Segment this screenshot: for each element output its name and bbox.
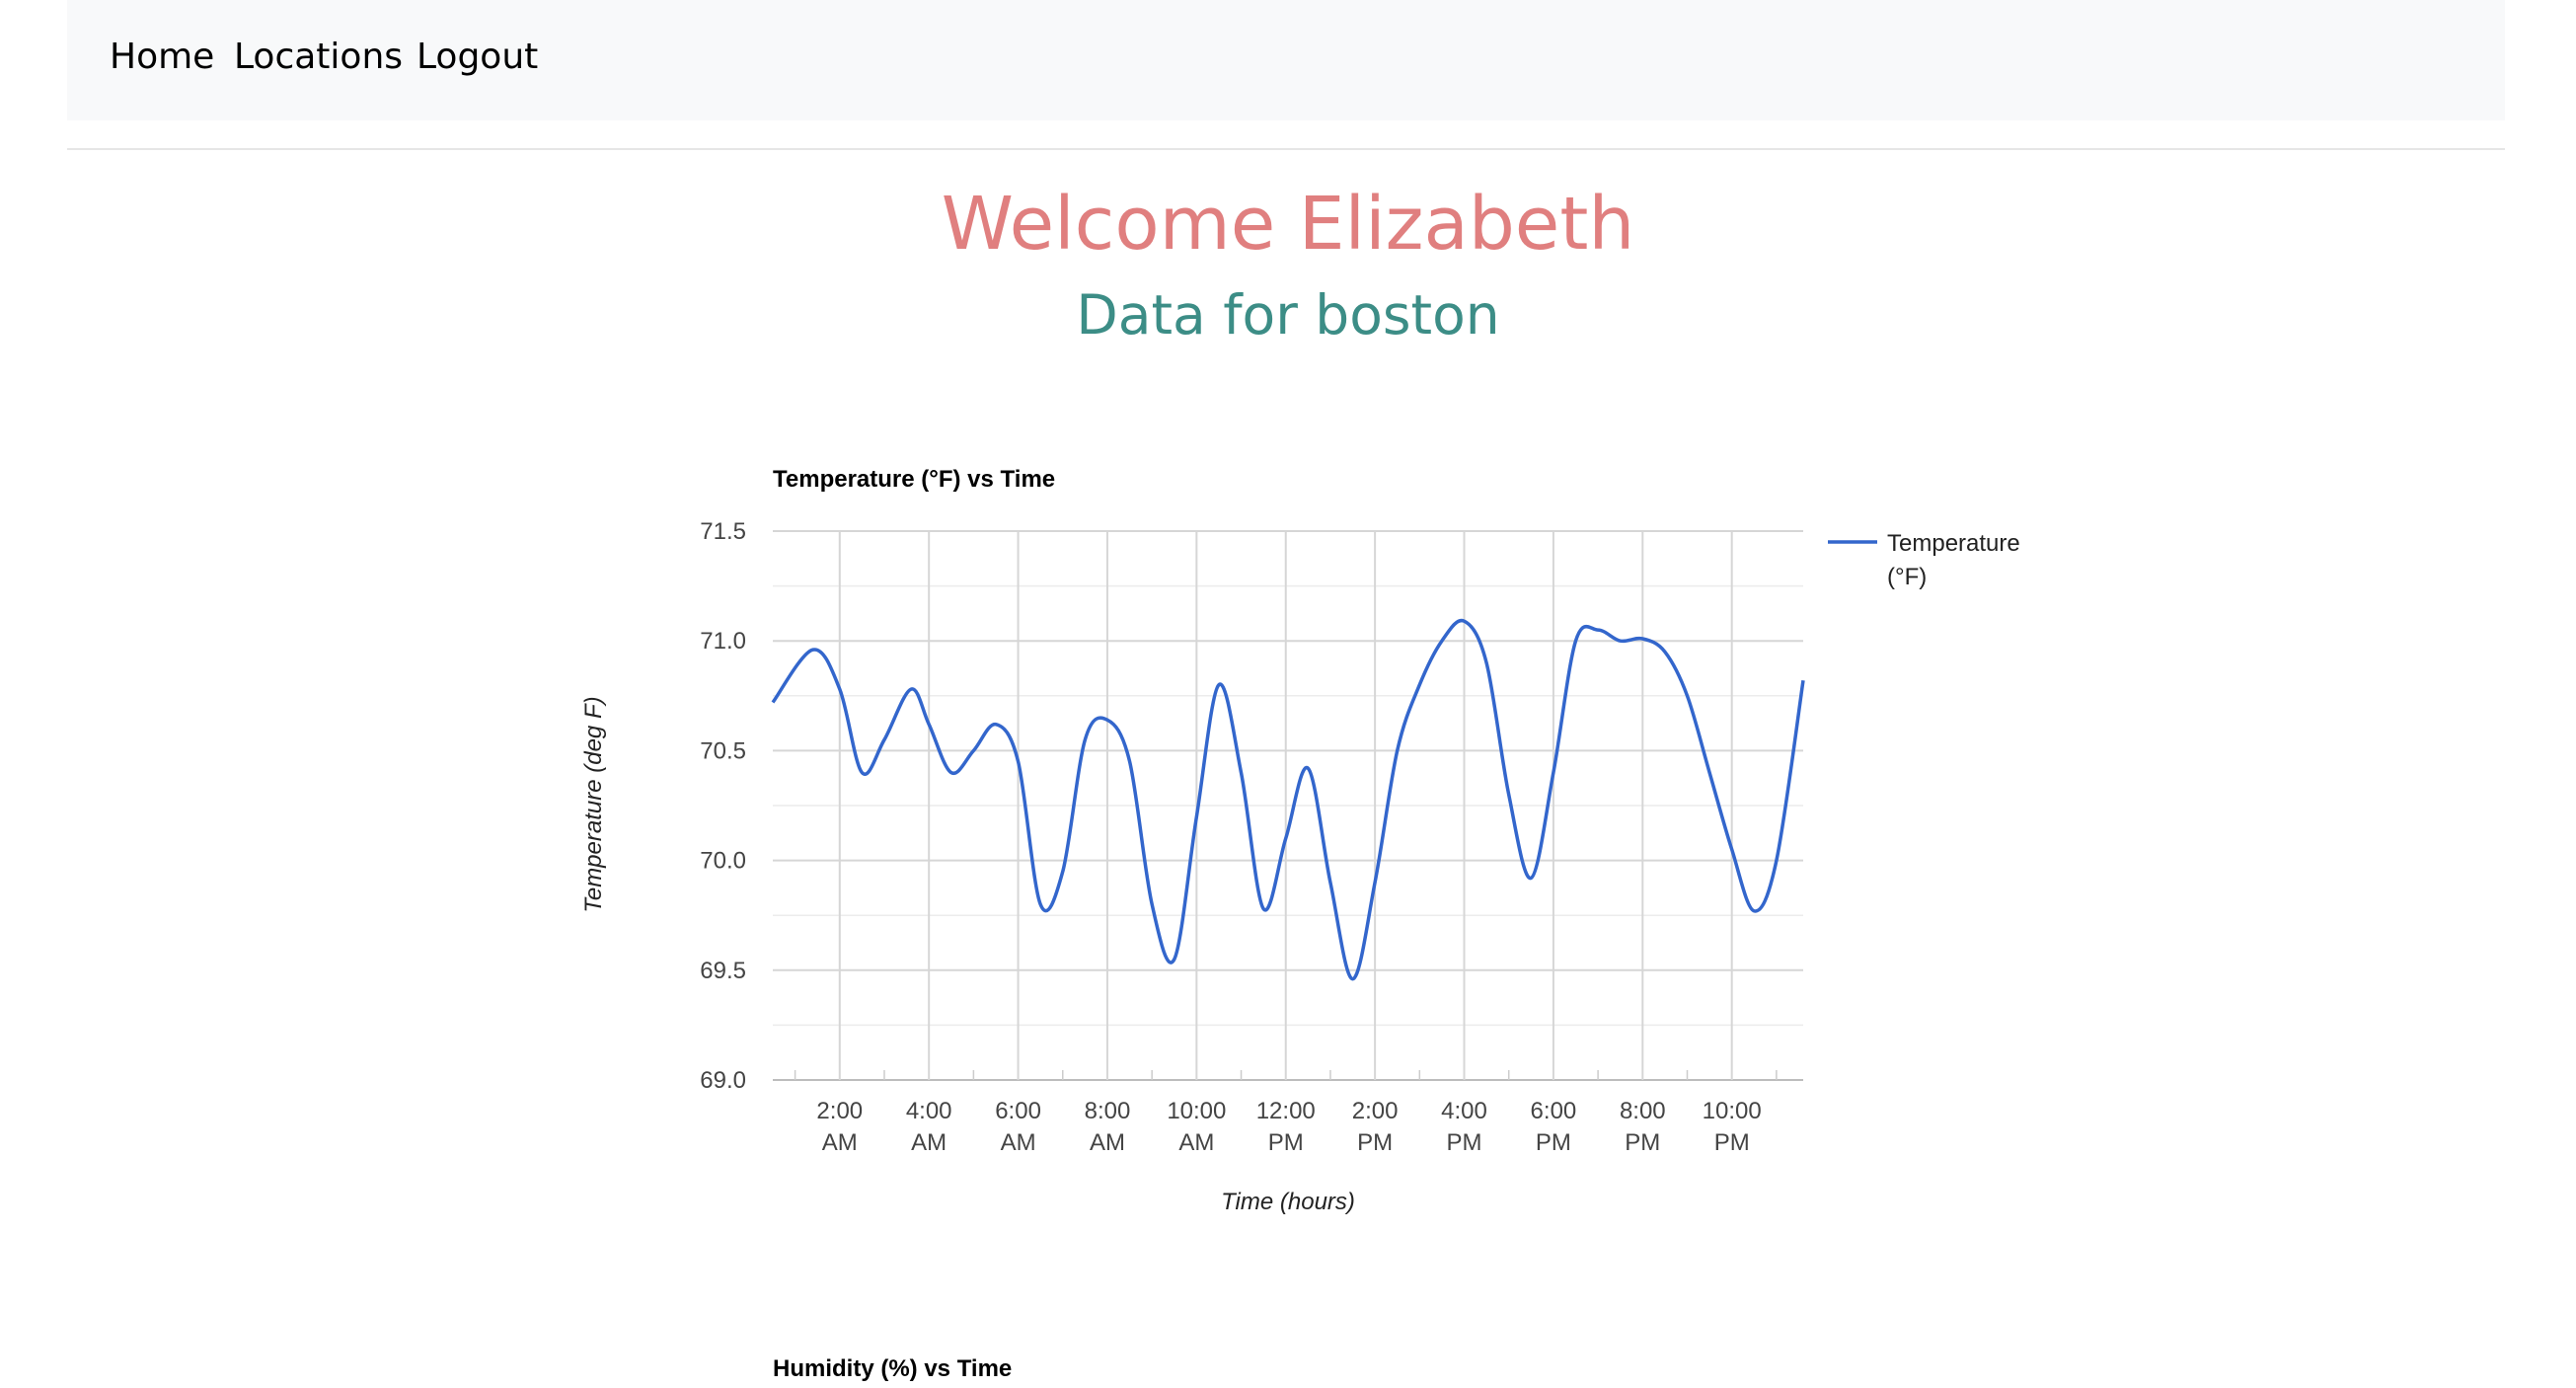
chart-legend: Temperature (°F)	[1828, 530, 2020, 590]
x-tick-label: 4:00 PM	[1441, 1098, 1487, 1156]
legend-label-line-1: Temperature	[1887, 530, 2020, 557]
chart-grid	[773, 530, 1803, 1081]
x-tick-label: 4:00 AM	[906, 1098, 952, 1156]
y-tick-label: 70.5	[700, 737, 746, 764]
x-tick-label: 6:00 PM	[1531, 1098, 1577, 1156]
x-axis-label: Time (hours)	[1221, 1189, 1355, 1215]
temperature-chart-title: Temperature (°F) vs Time	[773, 466, 1055, 493]
charts-canvas: Temperature (°F) vs Time 71.5 71.0 70.5 70.…	[580, 466, 2020, 1382]
temperature-chart: Temperature (°F) vs Time 71.5 71.0 70.5 70.…	[580, 466, 2020, 1215]
x-axis-ticks: 2:00 AM 4:00 AM 6:00 AM 8:00 AM 10:00 AM 12:00 PM 2:…	[816, 1098, 1761, 1156]
y-axis-ticks: 71.5 71.0 70.5 70.0 69.5 69.0	[700, 518, 746, 1094]
x-tick-label: 10:00 PM	[1703, 1098, 1762, 1156]
y-tick-label: 71.0	[700, 628, 746, 655]
temperature-series-line	[771, 618, 1805, 981]
y-tick-label: 69.5	[700, 958, 746, 984]
x-tick-label: 10:00 AM	[1167, 1098, 1226, 1156]
y-axis-label: Temperature (deg F)	[580, 696, 607, 912]
x-tick-label: 6:00 AM	[995, 1098, 1041, 1156]
x-tick-label: 8:00 AM	[1085, 1098, 1131, 1156]
x-tick-label: 8:00 PM	[1620, 1098, 1666, 1156]
x-tick-label: 2:00 AM	[816, 1098, 863, 1156]
y-tick-label: 71.5	[700, 518, 746, 545]
legend-label-line-2: (°F)	[1887, 564, 1927, 590]
x-tick-label: 2:00 PM	[1352, 1098, 1399, 1156]
humidity-chart: Humidity (%) vs Time	[773, 1355, 1012, 1382]
y-tick-label: 70.0	[700, 848, 746, 875]
humidity-chart-title: Humidity (%) vs Time	[773, 1355, 1012, 1382]
x-tick-label: 12:00 PM	[1256, 1098, 1316, 1156]
y-tick-label: 69.0	[700, 1067, 746, 1094]
